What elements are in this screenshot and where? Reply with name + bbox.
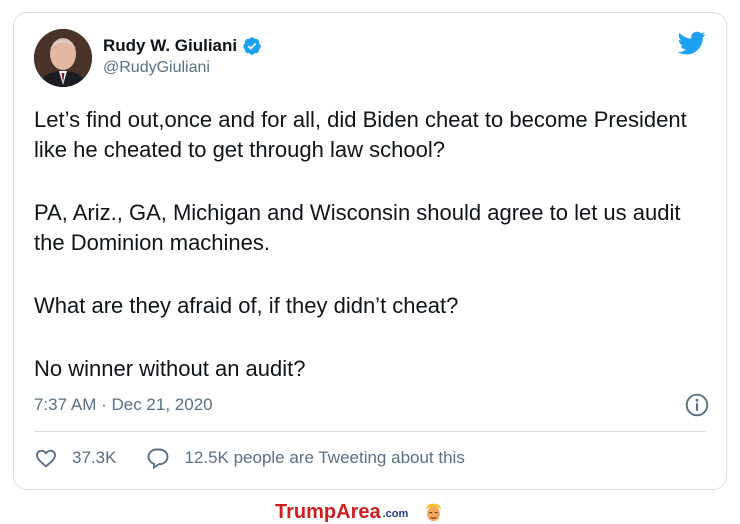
handle[interactable]: @RudyGiuliani bbox=[103, 59, 262, 77]
tweet-timestamp[interactable]: 7:37 AM · Dec 21, 2020 bbox=[34, 395, 213, 415]
tweet-paragraph-1: Let’s find out,once and for all, did Bid… bbox=[34, 107, 687, 162]
page: Rudy W. Giuliani @RudyGiuliani Let’s fin… bbox=[0, 0, 740, 524]
heart-icon bbox=[36, 449, 56, 468]
tweet-paragraph-3: What are they afraid of, if they didn’t … bbox=[34, 293, 459, 318]
mascot-face-icon bbox=[425, 503, 442, 522]
watermark-trump: Trump bbox=[275, 500, 337, 523]
watermark-logo: Trump Area .com bbox=[275, 500, 444, 524]
action-bar: 37.3K 12.5K people are Tweeting about th… bbox=[34, 445, 465, 471]
info-icon[interactable] bbox=[684, 392, 710, 418]
tweet-paragraph-4: No winner without an audit? bbox=[34, 356, 306, 381]
tweet-text: Let’s find out,once and for all, did Bid… bbox=[34, 105, 694, 384]
avatar[interactable] bbox=[34, 29, 92, 87]
conversation-text: 12.5K people are Tweeting about this bbox=[184, 448, 465, 467]
speech-bubble-icon bbox=[147, 448, 169, 470]
watermark-area: Area bbox=[336, 500, 381, 523]
like-count: 37.3K bbox=[72, 448, 117, 467]
conversation-link[interactable]: 12.5K people are Tweeting about this bbox=[146, 446, 465, 470]
like-button[interactable]: 37.3K bbox=[34, 446, 116, 470]
watermark-com: .com bbox=[382, 508, 409, 520]
tweet-card[interactable]: Rudy W. Giuliani @RudyGiuliani Let’s fin… bbox=[13, 12, 727, 490]
display-name[interactable]: Rudy W. Giuliani bbox=[103, 36, 237, 56]
name-row: Rudy W. Giuliani bbox=[103, 35, 262, 57]
tweet-paragraph-2: PA, Ariz., GA, Michigan and Wisconsin sh… bbox=[34, 200, 681, 255]
divider bbox=[34, 431, 706, 432]
twitter-bird-icon[interactable] bbox=[676, 29, 708, 57]
author-block[interactable]: Rudy W. Giuliani @RudyGiuliani bbox=[103, 35, 262, 77]
verified-badge-icon bbox=[243, 37, 261, 55]
